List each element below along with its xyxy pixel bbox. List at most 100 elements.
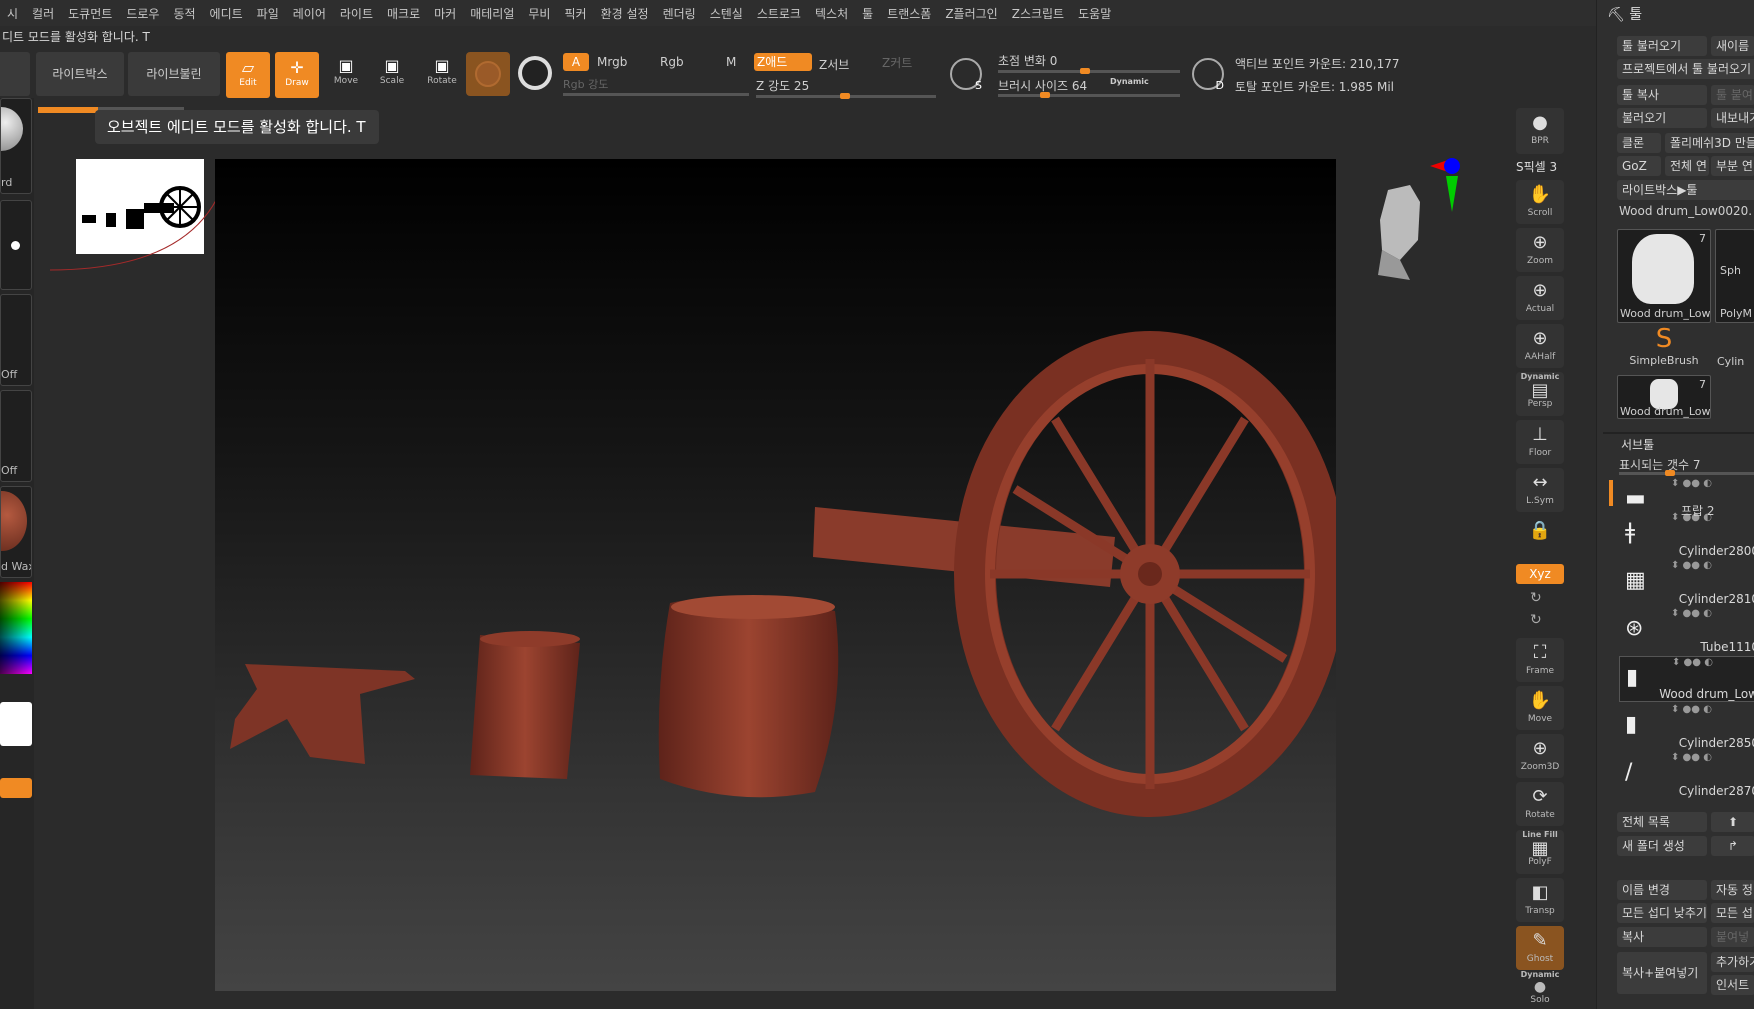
frame-button[interactable]: ⛶ Frame xyxy=(1516,638,1564,682)
menu-item[interactable]: 픽커 xyxy=(557,5,593,22)
alpha-slot[interactable]: Off xyxy=(0,294,32,386)
m-button[interactable]: M xyxy=(726,55,736,69)
menu-item[interactable]: 드로우 xyxy=(119,5,166,22)
goz-button[interactable]: GoZ xyxy=(1617,156,1661,176)
tool-thumb-simplebrush[interactable]: S SimpleBrush xyxy=(1617,325,1711,373)
z-intensity-slider[interactable] xyxy=(756,93,936,99)
ghost-button[interactable]: ✎ Ghost xyxy=(1516,926,1564,970)
all-subdiv-button[interactable]: 모든 섭 xyxy=(1711,903,1754,923)
subtool-scroll-indicator[interactable] xyxy=(1609,480,1613,506)
texture-slot[interactable]: Off xyxy=(0,390,32,482)
visibility-toggle-icon[interactable]: ⬍ ●● ◐ xyxy=(1671,478,1712,489)
tool-thumb-wood-drum[interactable]: 7 Wood drum_Low xyxy=(1617,229,1711,323)
goz-visible-button[interactable]: 부분 연 xyxy=(1711,156,1754,176)
menu-item[interactable]: 렌더링 xyxy=(656,5,703,22)
visibility-toggle-icon[interactable]: ⬍ ●● ◐ xyxy=(1671,752,1712,763)
visibility-toggle-icon[interactable]: ⬍ ●● ◐ xyxy=(1671,560,1712,571)
floor-button[interactable]: ⊥ Floor xyxy=(1516,420,1564,464)
paste-button[interactable]: 붙여넣 xyxy=(1711,927,1754,947)
load-from-project-button[interactable]: 프로젝트에서 툴 불러오기 xyxy=(1617,59,1754,79)
brush-slot[interactable]: rd xyxy=(0,98,32,194)
subtool-row-6[interactable]: ⬍ ●● ◐ ▮ Cylinder2850 xyxy=(1619,704,1754,750)
menu-item[interactable]: 도큐먼트 xyxy=(61,5,119,22)
rotate-view-button[interactable]: ⟳ Rotate xyxy=(1516,782,1564,826)
move-into-folder-button[interactable]: ↱ xyxy=(1711,836,1754,856)
axis-gizmo-icon[interactable] xyxy=(1430,156,1470,216)
move-button[interactable]: ▣ Move xyxy=(326,56,366,96)
edit-button[interactable]: ▱ Edit xyxy=(226,52,270,98)
persp-button[interactable]: Dynamic ▤ Persp xyxy=(1516,372,1564,416)
secondary-color-swatch[interactable] xyxy=(0,778,32,798)
import-button[interactable]: 불러오기 xyxy=(1617,108,1707,128)
livebool-button[interactable]: 라이브불린 xyxy=(128,52,220,96)
rgb-button[interactable]: Rgb xyxy=(660,55,684,69)
visibility-toggle-icon[interactable]: ⬍ ●● ◐ xyxy=(1671,608,1712,619)
menu-item[interactable]: 스트로크 xyxy=(750,5,808,22)
lock-button[interactable]: 🔒 xyxy=(1516,516,1564,560)
zoom-button[interactable]: ⊕ Zoom xyxy=(1516,228,1564,272)
rotate-z-icon[interactable]: ↻ xyxy=(1530,612,1542,628)
color-gradient[interactable] xyxy=(0,582,32,674)
xyz-button[interactable]: Xyz xyxy=(1516,564,1564,584)
save-as-button[interactable]: 새이름 xyxy=(1711,36,1754,56)
focal-shift-slider[interactable] xyxy=(998,68,1180,74)
rotate-button[interactable]: ▣ Rotate xyxy=(420,56,464,96)
color-picker-icon[interactable] xyxy=(518,56,552,90)
subtool-row-2[interactable]: ⬍ ●● ◐ 프랍 2 ǂ Cylinder2800 xyxy=(1619,504,1754,558)
thumb5-name[interactable]: Cylin xyxy=(1717,355,1744,368)
orientation-head-icon[interactable] xyxy=(1370,180,1432,282)
insert-button[interactable]: 인서트 xyxy=(1711,975,1754,995)
append-button[interactable]: 추가하기 xyxy=(1711,952,1754,972)
paste-tool-button[interactable]: 툴 붙여 xyxy=(1711,85,1754,105)
menu-item[interactable]: 스텐실 xyxy=(703,5,750,22)
spix-label[interactable]: S픽셀 3 xyxy=(1516,158,1557,175)
rotate-y-icon[interactable]: ↻ xyxy=(1530,590,1542,606)
menu-item[interactable]: 컬러 xyxy=(25,5,61,22)
copy-tool-button[interactable]: 툴 복사 xyxy=(1617,85,1707,105)
make-polymesh-button[interactable]: 폴리메쉬3D 만들 xyxy=(1665,133,1754,153)
lightbox-button[interactable]: 라이트박스 xyxy=(36,52,124,96)
lightbox-tools-button[interactable]: 라이트박스▶툴 xyxy=(1617,180,1754,200)
aahalf-button[interactable]: ⊕ AAHalf xyxy=(1516,324,1564,368)
duplicate-button[interactable]: 복사 xyxy=(1617,927,1707,947)
solo-button[interactable]: Dynamic ● Solo xyxy=(1516,970,1564,1008)
dynamic-label[interactable]: Dynamic xyxy=(1110,77,1149,86)
menu-item[interactable]: 환경 설정 xyxy=(594,5,656,22)
visible-count-slider[interactable] xyxy=(1619,470,1754,476)
subtool-row-5-selected[interactable]: ⬍ ●● ◐ ▮ Wood drum_Low xyxy=(1619,656,1754,702)
move-up-button[interactable]: ⬆ xyxy=(1711,812,1754,832)
menu-item[interactable]: 텍스처 xyxy=(808,5,855,22)
menu-item[interactable]: 시 xyxy=(0,5,25,22)
canvas-viewport[interactable] xyxy=(215,159,1346,991)
subtool-header[interactable]: 서브툴 xyxy=(1621,436,1654,453)
scale-button[interactable]: ▣ Scale xyxy=(372,56,412,96)
a-mode-button[interactable]: A xyxy=(563,53,589,71)
left-edge-button[interactable] xyxy=(0,52,30,96)
lsym-button[interactable]: ↔ L.Sym xyxy=(1516,468,1564,512)
lower-all-subdiv-button[interactable]: 모든 섭디 낮추기 xyxy=(1617,903,1707,923)
main-color-swatch[interactable] xyxy=(0,702,32,746)
sym-d-icon[interactable]: D xyxy=(1192,58,1224,92)
auto-reorder-button[interactable]: 자동 정 xyxy=(1711,880,1754,900)
subtool-row-7[interactable]: ⬍ ●● ◐ / Cylinder2870 xyxy=(1619,752,1754,798)
copy-paste-button[interactable]: 복사+붙여넣기 xyxy=(1617,952,1707,994)
menu-item[interactable]: 매크로 xyxy=(380,5,427,22)
subtool-row-4[interactable]: ⬍ ●● ◐ ⊛ Tube1110 xyxy=(1619,608,1754,654)
menu-item[interactable]: 트랜스폼 xyxy=(880,5,938,22)
menu-item[interactable]: 무비 xyxy=(521,5,557,22)
rgb-intensity-slider[interactable] xyxy=(563,93,749,96)
stroke-slot[interactable] xyxy=(0,200,32,290)
new-folder-button[interactable]: 새 폴더 생성 xyxy=(1617,836,1707,856)
export-button[interactable]: 내보내기 xyxy=(1711,108,1754,128)
transp-button[interactable]: ◧ Transp xyxy=(1516,878,1564,922)
tool-thumb-sphere[interactable]: Sph PolyM xyxy=(1715,229,1754,323)
material-slot[interactable]: d Wax xyxy=(0,486,32,578)
bpr-button[interactable]: ● BPR xyxy=(1516,108,1564,154)
brush-size-slider[interactable] xyxy=(998,92,1180,98)
load-tool-button[interactable]: 툴 불러오기 xyxy=(1617,36,1707,56)
rename-button[interactable]: 이름 변경 xyxy=(1617,880,1707,900)
zoom3d-button[interactable]: ⊕ Zoom3D xyxy=(1516,734,1564,778)
material-button[interactable] xyxy=(466,52,510,96)
visibility-toggle-icon[interactable]: ⬍ ●● ◐ xyxy=(1672,657,1713,668)
scroll-button[interactable]: ✋ Scroll xyxy=(1516,180,1564,224)
